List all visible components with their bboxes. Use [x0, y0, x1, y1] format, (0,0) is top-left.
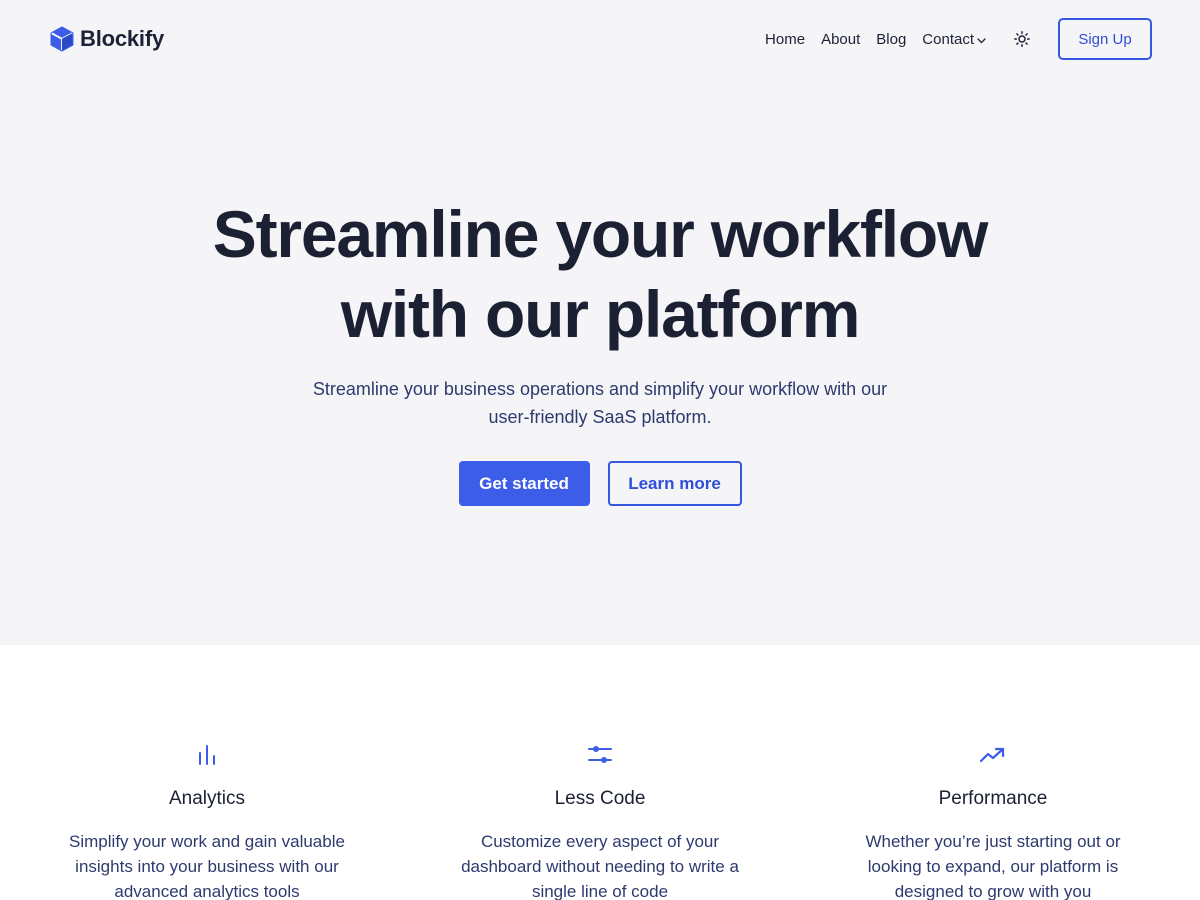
nav-link-home[interactable]: Home — [765, 31, 805, 48]
nav-link-about[interactable]: About — [821, 31, 860, 48]
trending-up-icon — [797, 742, 1189, 768]
feature-description: Whether you’re just starting out or look… — [865, 832, 1121, 900]
bar-chart-icon — [11, 742, 403, 768]
cube-icon — [50, 26, 74, 52]
brand[interactable]: Blockify — [50, 26, 164, 52]
main-nav: Home About Blog Contact Sign Up — [765, 18, 1152, 60]
feature-card-analytics: Analytics Simplify your work and gain va… — [11, 742, 403, 900]
features-section: Analytics Simplify your work and gain va… — [0, 645, 1200, 900]
hero-actions: Get started Learn more — [0, 461, 1200, 506]
sliders-icon — [404, 742, 796, 768]
nav-link-contact[interactable]: Contact — [922, 31, 986, 48]
site-header: Blockify Home About Blog Contact Sign Up — [0, 0, 1200, 78]
feature-title: Less Code — [554, 788, 646, 809]
nav-link-contact-label: Contact — [922, 30, 974, 48]
nav-link-blog[interactable]: Blog — [876, 31, 906, 48]
feature-title: Analytics — [168, 788, 246, 809]
feature-card-less-code: Less Code Customize every aspect of your… — [404, 742, 796, 900]
hero-content: Streamline your workflow with our platfo… — [0, 78, 1200, 506]
feature-description: Simplify your work and gain valuable ins… — [69, 832, 345, 900]
get-started-button[interactable]: Get started — [458, 461, 590, 506]
hero-title: Streamline your workflow with our platfo… — [212, 197, 989, 351]
feature-description: Customize every aspect of your dashboard… — [461, 832, 739, 900]
sun-icon[interactable] — [1012, 29, 1032, 49]
chevron-down-icon — [977, 31, 986, 48]
hero-section: Blockify Home About Blog Contact Sign Up… — [0, 0, 1200, 645]
learn-more-button[interactable]: Learn more — [607, 461, 742, 506]
hero-subtitle: Streamline your business operations and … — [312, 379, 888, 427]
signup-button[interactable]: Sign Up — [1058, 18, 1152, 60]
feature-card-performance: Performance Whether you’re just starting… — [797, 742, 1189, 900]
brand-name: Blockify — [80, 26, 164, 51]
feature-title: Performance — [938, 788, 1048, 809]
